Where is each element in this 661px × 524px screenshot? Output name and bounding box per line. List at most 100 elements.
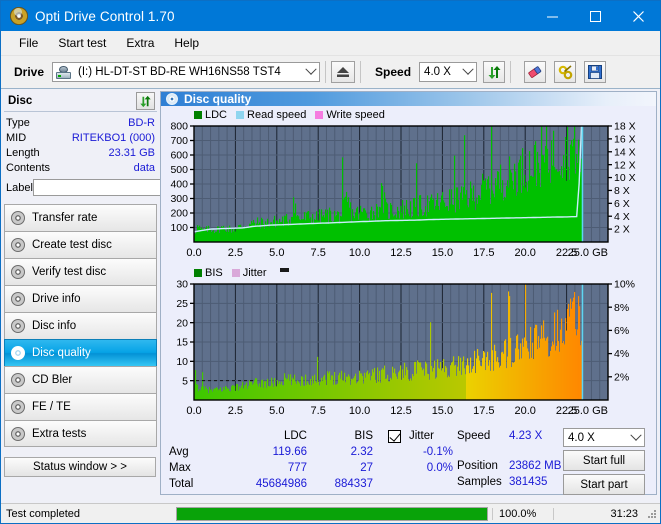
- erase-button[interactable]: [524, 61, 547, 83]
- test-readouts: Speed 4.23 X Position 23862 MB Samples 3…: [457, 428, 563, 495]
- svg-text:17.5: 17.5: [473, 405, 494, 417]
- svg-text:300: 300: [170, 193, 188, 205]
- speed-select[interactable]: 4.0 X: [419, 62, 478, 82]
- svg-text:10: 10: [176, 356, 188, 368]
- stats-header-ldc: LDC: [283, 430, 307, 442]
- sidebar-item-cd-bler[interactable]: CD Bler: [4, 366, 157, 393]
- sidebar-item-verify-test-disc[interactable]: Verify test disc: [4, 258, 157, 285]
- disc-icon: [11, 292, 25, 306]
- legend-label-bis: BIS: [205, 267, 223, 279]
- stats-row-avg: Avg 119.66 2.32 -0.1%: [169, 444, 453, 460]
- disc-type-value: BD-R: [128, 116, 155, 129]
- disc-type-label: Type: [6, 116, 30, 129]
- start-full-button[interactable]: Start full: [563, 450, 645, 471]
- ldc-plot[interactable]: 100 200 300 400 500 600 700 800 2 X4 X6 X8 X 10 X…: [161, 122, 656, 264]
- disc-icon: [11, 373, 25, 387]
- sidebar-item-label: CD Bler: [32, 374, 73, 386]
- settings-button[interactable]: [554, 61, 577, 83]
- svg-text:12.5: 12.5: [390, 405, 411, 417]
- disc-label-input[interactable]: [32, 179, 181, 196]
- menu-start-test[interactable]: Start test: [49, 33, 115, 53]
- legend-label-read-speed: Read speed: [247, 109, 307, 121]
- svg-text:8%: 8%: [614, 302, 629, 314]
- eject-button[interactable]: [331, 61, 356, 83]
- svg-text:5: 5: [182, 375, 188, 387]
- legend-read-speed: Read speed: [236, 109, 306, 121]
- eject-icon: [337, 67, 350, 77]
- menu-help[interactable]: Help: [165, 33, 208, 53]
- svg-text:16 X: 16 X: [614, 133, 636, 145]
- svg-text:15: 15: [176, 337, 188, 349]
- sidebar-item-transfer-rate[interactable]: Transfer rate: [4, 204, 157, 231]
- title-bar: Opti Drive Control 1.70: [1, 1, 660, 31]
- tools-icon: [558, 64, 572, 79]
- chevron-down-icon: [459, 63, 476, 81]
- svg-text:12 X: 12 X: [614, 159, 636, 171]
- sidebar-item-label: Transfer rate: [32, 212, 98, 224]
- start-part-button[interactable]: Start part: [563, 474, 645, 495]
- ldc-legend: LDC Read speed Write speed: [161, 108, 656, 122]
- bis-plot[interactable]: 5 10 15 20 25 30 2% 4% 6% 8% 10% 0.0 2.5 5.0 7.5 10.0 12…: [161, 280, 656, 422]
- disc-mid-label: MID: [6, 131, 27, 144]
- status-window-button[interactable]: Status window > >: [4, 457, 156, 477]
- close-icon[interactable]: [617, 1, 660, 31]
- sidebar-item-disc-info[interactable]: Disc info: [4, 312, 157, 339]
- svg-text:600: 600: [170, 150, 188, 162]
- sidebar-item-label: Verify test disc: [32, 266, 107, 278]
- svg-text:7.5: 7.5: [311, 247, 326, 259]
- svg-text:500: 500: [170, 164, 188, 176]
- disc-label-label: Label: [6, 181, 33, 194]
- position-readout-label: Position: [457, 460, 498, 472]
- sidebar-item-fe-te[interactable]: FE / TE: [4, 393, 157, 420]
- legend-jitter: Jitter: [231, 267, 267, 279]
- refresh-button[interactable]: [483, 61, 506, 83]
- legend-swatch-bis: [194, 269, 202, 277]
- stats-avg-ldc: 119.66: [272, 446, 307, 458]
- svg-text:15.0: 15.0: [432, 247, 453, 259]
- window-controls: [531, 1, 660, 31]
- page-title: Disc quality: [184, 92, 252, 106]
- svg-text:10 X: 10 X: [614, 172, 636, 184]
- samples-readout-value: 381435: [509, 476, 548, 488]
- disc-icon: [11, 265, 25, 279]
- menu-extra[interactable]: Extra: [117, 33, 163, 53]
- disc-icon: [11, 426, 25, 441]
- disc-icon: [11, 238, 25, 252]
- sidebar-item-extra-tests[interactable]: Extra tests: [4, 420, 157, 447]
- sidebar-item-create-test-disc[interactable]: Create test disc: [4, 231, 157, 258]
- readout-speed: Speed 4.23 X: [457, 428, 563, 444]
- disc-panel-header: Disc: [4, 91, 157, 112]
- refresh-icon: [140, 95, 151, 107]
- svg-text:0.0: 0.0: [186, 405, 201, 417]
- disc-icon: [166, 93, 178, 105]
- sidebar-item-disc-quality[interactable]: Disc quality: [4, 339, 157, 366]
- jitter-checkbox[interactable]: [388, 429, 401, 443]
- drive-select[interactable]: (I:) HL-DT-ST BD-RE WH16NS58 TST4: [52, 62, 321, 82]
- resize-grip-icon[interactable]: [646, 508, 658, 520]
- save-button[interactable]: [584, 61, 607, 83]
- test-speed-select[interactable]: 4.0 X: [563, 428, 645, 447]
- disc-refresh-button[interactable]: [136, 92, 155, 110]
- toolbar-divider-3: [510, 61, 512, 83]
- svg-text:25.0 GB: 25.0 GB: [568, 405, 608, 417]
- sidebar-item-drive-info[interactable]: Drive info: [4, 285, 157, 312]
- speed-readout-value: 4.23 X: [509, 430, 543, 442]
- jitter-header: Jitter: [373, 429, 453, 443]
- disc-mid-value: RITEKBO1 (000): [71, 131, 155, 144]
- sidebar-item-label: Create test disc: [32, 239, 112, 251]
- legend-swatch-read-speed: [236, 111, 245, 119]
- legend-label-write-speed: Write speed: [326, 109, 385, 121]
- disc-label-row: Label: [6, 178, 199, 197]
- legend-label-ldc: LDC: [205, 109, 228, 121]
- svg-text:100: 100: [170, 222, 188, 234]
- svg-text:7.5: 7.5: [311, 405, 326, 417]
- svg-text:20.0: 20.0: [514, 247, 535, 259]
- svg-text:0.0: 0.0: [186, 247, 201, 259]
- minimize-icon[interactable]: [531, 1, 574, 31]
- drive-select-value: (I:) HL-DT-ST BD-RE WH16NS58 TST4: [78, 66, 281, 78]
- legend-write-speed: Write speed: [315, 109, 385, 121]
- legend-swatch-jitter: [231, 269, 240, 277]
- maximize-icon[interactable]: [574, 1, 617, 31]
- menu-file[interactable]: File: [10, 33, 47, 53]
- svg-text:2 X: 2 X: [614, 224, 630, 236]
